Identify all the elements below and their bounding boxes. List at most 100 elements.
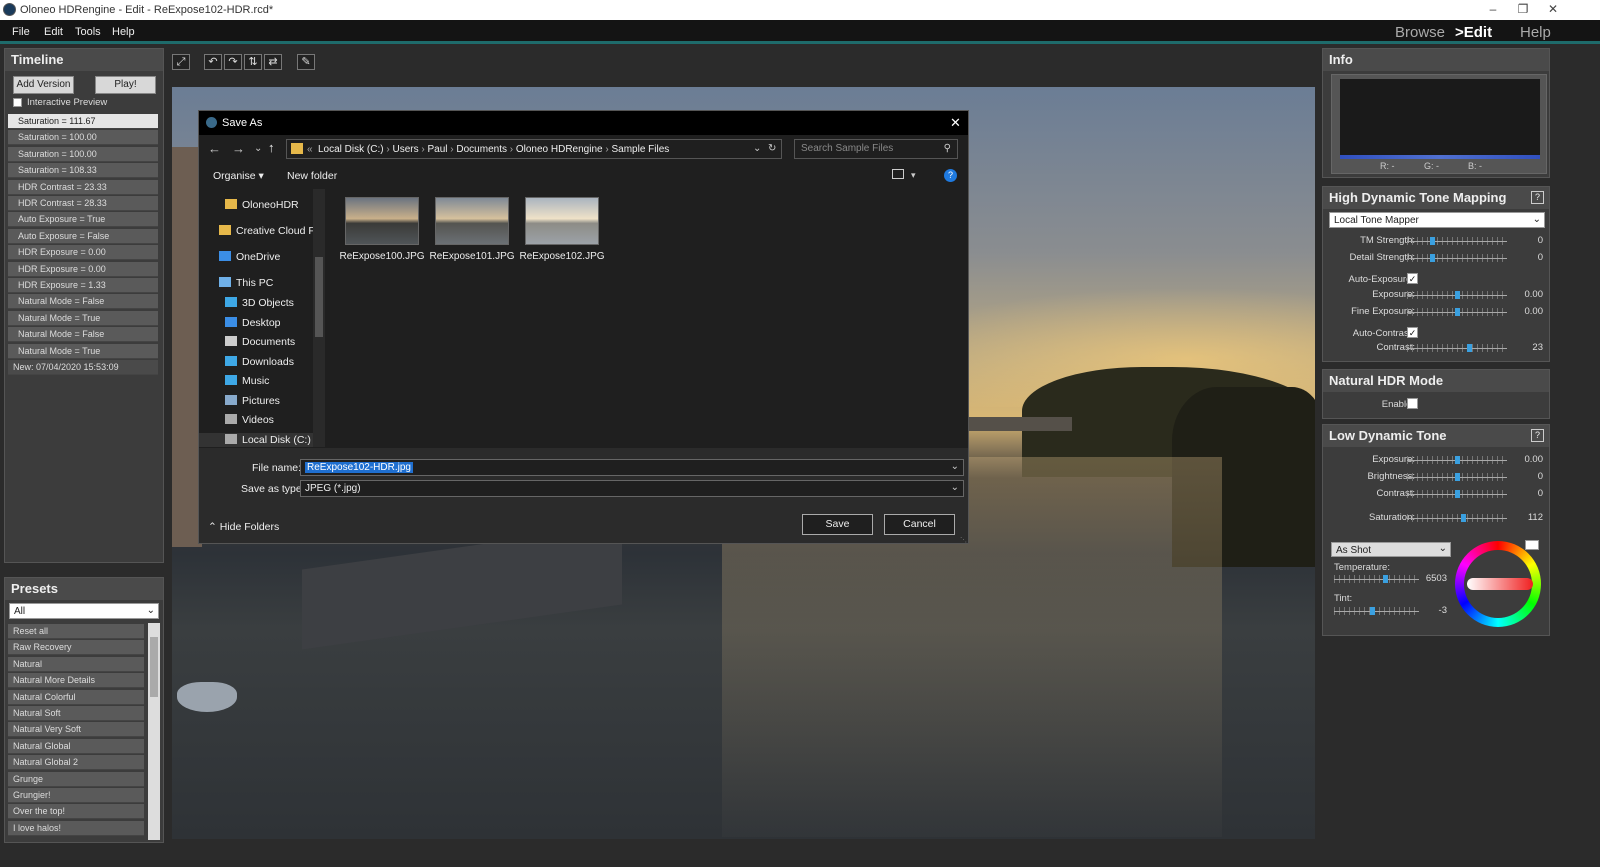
preset-item[interactable]: Natural Global 2 — [8, 755, 144, 771]
preset-item[interactable]: Over the top! — [8, 804, 144, 820]
mode-browse[interactable]: Browse — [1395, 24, 1445, 41]
nav-item[interactable]: Videos — [225, 414, 274, 426]
mode-edit[interactable]: >Edit — [1455, 24, 1492, 41]
menu-edit[interactable]: Edit — [44, 26, 63, 38]
breadcrumb-item[interactable]: Oloneo HDRengine — [516, 144, 603, 155]
nav-item[interactable]: Local Disk (C:) — [199, 433, 313, 447]
nav-scrollbar-thumb[interactable] — [315, 257, 323, 337]
timeline-item[interactable]: HDR Exposure = 1.33 — [8, 278, 158, 293]
interactive-preview-checkbox[interactable] — [13, 98, 22, 107]
color-wheel[interactable] — [1455, 541, 1541, 627]
cancel-button[interactable]: Cancel — [884, 514, 955, 535]
preset-item[interactable]: Natural Soft — [8, 706, 144, 721]
timeline-item[interactable]: HDR Contrast = 23.33 — [8, 179, 158, 195]
breadcrumb-item[interactable]: Users — [392, 144, 418, 155]
color-swatch[interactable] — [1525, 540, 1539, 550]
hide-folders-button[interactable]: ⌃ Hide Folders — [208, 521, 279, 533]
file-thumbnail-2[interactable] — [435, 197, 509, 245]
timeline-item[interactable]: HDR Exposure = 0.00 — [8, 245, 158, 261]
view-options-icon[interactable] — [892, 169, 904, 179]
pencil-icon[interactable]: ✎ — [297, 54, 315, 70]
nav-item[interactable]: 3D Objects — [225, 297, 294, 309]
exposure-slider[interactable] — [1407, 456, 1507, 464]
breadcrumb-item[interactable]: Documents — [456, 144, 507, 155]
preset-item[interactable]: Raw Recovery — [8, 640, 144, 656]
timeline-item[interactable]: Saturation = 100.00 — [8, 146, 158, 162]
nav-item[interactable]: Documents — [225, 336, 295, 348]
nav-item[interactable]: OneDrive — [219, 251, 280, 263]
mode-help[interactable]: Help — [1520, 24, 1551, 41]
close-window-icon[interactable]: ✕ — [1538, 2, 1568, 18]
file-name-chevron-icon[interactable]: ⌄ — [951, 461, 959, 472]
slider-knob[interactable] — [1455, 308, 1460, 316]
slider-knob[interactable] — [1370, 607, 1376, 615]
back-icon[interactable]: ← — [208, 141, 221, 156]
organise-button[interactable]: Organise ▾ — [213, 170, 264, 182]
menu-tools[interactable]: Tools — [75, 26, 101, 38]
tone-mapper-dropdown[interactable]: Local Tone Mapper ⌄ — [1329, 212, 1545, 228]
breadcrumb-item[interactable]: Paul — [427, 144, 447, 155]
flip-vertical-icon[interactable]: ⇅ — [244, 54, 262, 70]
presets-scrollbar[interactable] — [148, 623, 160, 840]
resize-grip-icon[interactable]: ⋱ — [960, 536, 967, 544]
presets-filter-dropdown[interactable]: All ⌄ — [9, 603, 159, 619]
timeline-item[interactable]: Natural Mode = False — [8, 294, 158, 310]
fit-screen-icon[interactable]: ⤢ — [172, 54, 190, 70]
preset-item[interactable]: Natural More Details — [8, 673, 144, 689]
brightness-slider[interactable] — [1407, 473, 1507, 481]
nav-item[interactable]: Downloads — [225, 356, 294, 368]
timeline-item[interactable]: Natural Mode = True — [8, 310, 158, 326]
file-thumbnail-1[interactable] — [345, 197, 419, 245]
menu-file[interactable]: File — [12, 26, 30, 38]
nav-item[interactable]: Creative Cloud Fil — [219, 225, 319, 237]
search-input[interactable]: Search Sample Files ⚲ — [794, 139, 958, 159]
slider-knob[interactable] — [1430, 237, 1435, 245]
close-icon[interactable]: ✕ — [950, 115, 961, 131]
preset-item[interactable]: Natural Global — [8, 738, 144, 754]
natural-enable-checkbox[interactable] — [1407, 398, 1418, 409]
white-balance-dropdown[interactable]: As Shot ⌄ — [1331, 542, 1451, 557]
nav-item[interactable]: Desktop — [225, 317, 281, 329]
slider-knob[interactable] — [1455, 291, 1460, 299]
forward-icon[interactable]: → — [232, 141, 245, 156]
rotate-right-icon[interactable]: ↷ — [224, 54, 242, 70]
timeline-item[interactable]: HDR Exposure = 0.00 — [8, 261, 158, 277]
new-folder-button[interactable]: New folder — [287, 170, 337, 182]
address-bar[interactable]: « Local Disk (C:) › Users › Paul › Docum… — [286, 139, 782, 159]
ldt-help-icon[interactable]: ? — [1531, 429, 1544, 442]
contrast-slider[interactable] — [1407, 490, 1507, 498]
file-name-1[interactable]: ReExpose100.JPG — [337, 251, 427, 262]
slider-knob[interactable] — [1455, 490, 1460, 498]
add-version-button[interactable]: Add Version — [13, 76, 74, 94]
timeline-item[interactable]: Auto Exposure = True — [8, 212, 158, 228]
exposure-slider[interactable] — [1407, 291, 1507, 299]
file-name-input[interactable]: ReExpose102-HDR.jpg ⌄ — [300, 459, 964, 476]
file-thumbnail-3[interactable] — [525, 197, 599, 245]
preset-item[interactable]: Grunge — [8, 771, 144, 787]
hdtm-help-icon[interactable]: ? — [1531, 191, 1544, 204]
timeline-item[interactable]: Auto Exposure = False — [8, 228, 158, 244]
timeline-item[interactable]: New: 07/04/2020 15:53:09 — [8, 360, 158, 375]
timeline-item[interactable]: Saturation = 111.67 — [8, 114, 158, 129]
preset-item[interactable]: Natural Colorful — [8, 689, 144, 705]
timeline-item[interactable]: Saturation = 100.00 — [8, 130, 158, 146]
preset-item[interactable]: Grungier! — [8, 788, 144, 803]
minimize-icon[interactable]: – — [1478, 2, 1508, 18]
file-name-2[interactable]: ReExpose101.JPG — [427, 251, 517, 262]
contrast-slider[interactable] — [1407, 344, 1507, 352]
preset-item[interactable]: I love halos! — [8, 820, 144, 836]
view-chevron-icon[interactable]: ▾ — [911, 170, 916, 181]
help-icon[interactable]: ? — [944, 169, 957, 182]
timeline-item[interactable]: Saturation = 108.33 — [8, 163, 158, 179]
restore-icon[interactable]: ❐ — [1508, 2, 1538, 18]
preset-item[interactable]: Reset all — [8, 624, 144, 639]
breadcrumb-item[interactable]: Sample Files — [611, 144, 669, 155]
nav-item[interactable]: Pictures — [225, 395, 280, 407]
recent-chevron-icon[interactable]: ⌄ — [254, 143, 262, 154]
file-name-3[interactable]: ReExpose102.JPG — [517, 251, 607, 262]
slider-knob[interactable] — [1430, 254, 1435, 262]
refresh-icon[interactable]: ↻ — [768, 143, 776, 154]
auto-contrast-checkbox[interactable]: ✓ — [1407, 327, 1418, 338]
temperature-slider[interactable] — [1334, 575, 1419, 583]
nav-scrollbar[interactable] — [313, 189, 325, 447]
